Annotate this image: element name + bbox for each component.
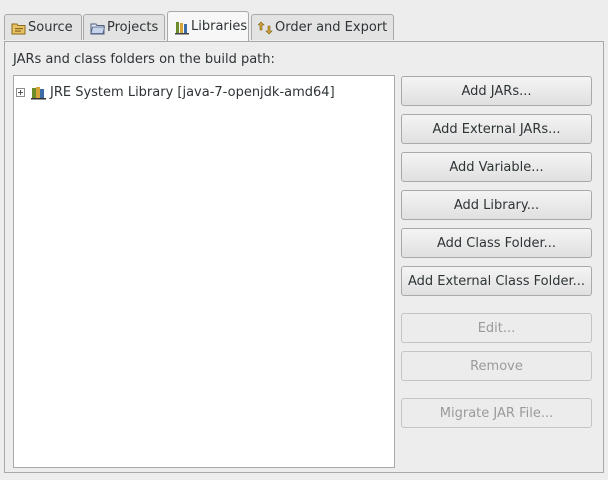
tab-order-export-label: Order and Export bbox=[275, 20, 388, 35]
library-icon bbox=[31, 87, 46, 100]
add-variable-button[interactable]: Add Variable... bbox=[401, 152, 592, 182]
add-class-folder-button[interactable]: Add Class Folder... bbox=[401, 228, 592, 258]
add-external-jars-button[interactable]: Add External JARs... bbox=[401, 114, 592, 144]
tree-item-label: JRE System Library [java-7-openjdk-amd64… bbox=[50, 84, 335, 100]
edit-button[interactable]: Edit... bbox=[401, 313, 592, 343]
tab-order-export[interactable]: Order and Export bbox=[251, 14, 394, 40]
libraries-panel: JARs and class folders on the build path… bbox=[4, 41, 604, 473]
build-path-heading: JARs and class folders on the build path… bbox=[13, 52, 275, 67]
add-external-class-folder-button[interactable]: Add External Class Folder... bbox=[401, 266, 592, 296]
build-path-dialog: Source Projects Libraries Order and Expo… bbox=[0, 0, 608, 480]
remove-button[interactable]: Remove bbox=[401, 351, 592, 381]
order-export-icon bbox=[258, 21, 273, 34]
projects-folder-icon bbox=[90, 23, 106, 34]
expand-icon[interactable] bbox=[16, 87, 25, 97]
tab-projects[interactable]: Projects bbox=[83, 14, 165, 40]
add-jars-button[interactable]: Add JARs... bbox=[401, 76, 592, 106]
tab-libraries[interactable]: Libraries bbox=[167, 11, 249, 41]
tab-libraries-label: Libraries bbox=[191, 19, 248, 34]
libraries-icon bbox=[175, 21, 189, 34]
tree-item-jre-system-library[interactable]: JRE System Library [java-7-openjdk-amd64… bbox=[14, 82, 335, 102]
tab-projects-label: Projects bbox=[107, 20, 159, 35]
source-folder-icon bbox=[11, 23, 26, 34]
tab-source-label: Source bbox=[28, 20, 73, 35]
add-library-button[interactable]: Add Library... bbox=[401, 190, 592, 220]
tab-source[interactable]: Source bbox=[4, 14, 82, 40]
migrate-jar-button[interactable]: Migrate JAR File... bbox=[401, 398, 592, 428]
library-tree[interactable]: JRE System Library [java-7-openjdk-amd64… bbox=[13, 75, 395, 468]
